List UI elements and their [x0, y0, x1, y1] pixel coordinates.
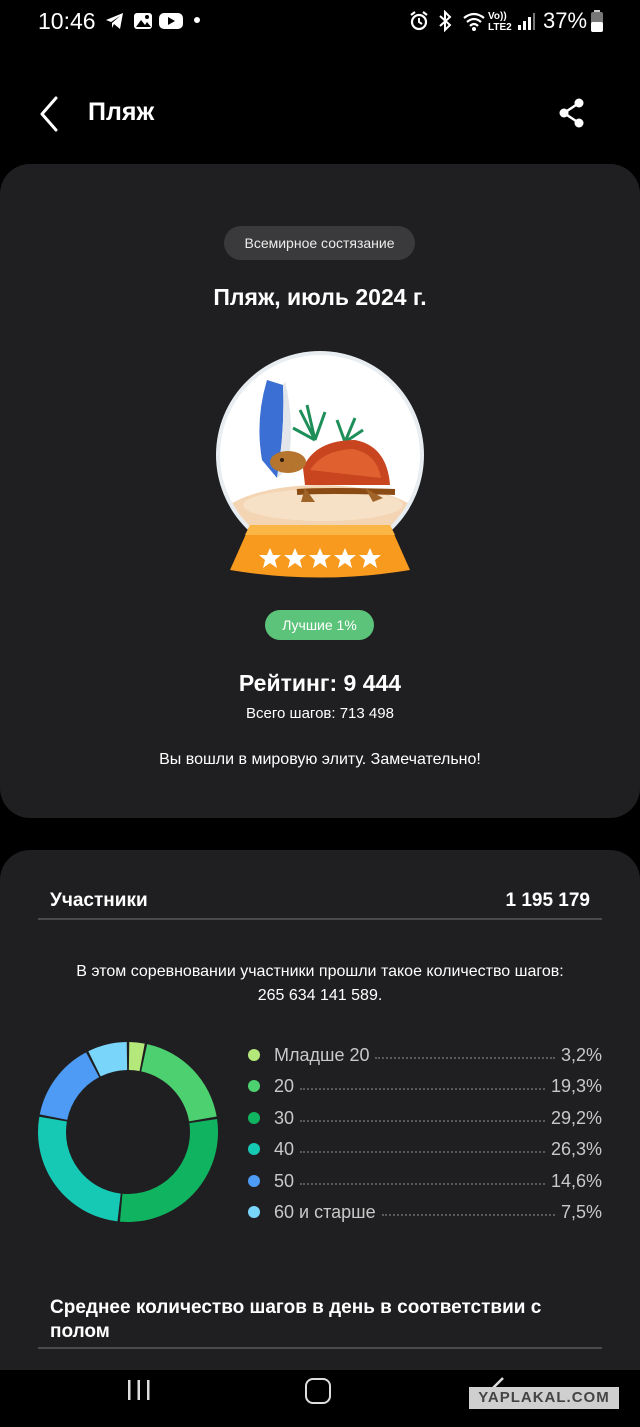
legend-label: 60 и старше [274, 1201, 376, 1222]
legend-leader [300, 1151, 545, 1153]
share-icon[interactable] [555, 96, 589, 130]
wifi-icon [463, 12, 485, 31]
rating-value: Рейтинг: 9 444 [238, 670, 402, 696]
recent-apps-icon[interactable] [125, 1378, 153, 1402]
legend-value: 7,5% [560, 1201, 602, 1222]
legend-item: 40 26,3% [248, 1136, 602, 1162]
youtube-icon [159, 13, 183, 29]
battery-percent: 37% [543, 8, 588, 33]
legend-label: 30 [274, 1107, 295, 1128]
network-type: Vo)) LTE2 [488, 11, 512, 33]
legend-label: 40 [274, 1138, 295, 1159]
participants-description: В этом соревновании участники прошли так… [40, 960, 600, 1008]
challenge-title: Пляж, июль 2024 г. [213, 284, 427, 310]
divider [38, 918, 602, 920]
status-time: 10:46 [38, 8, 96, 34]
legend-leader [381, 1214, 555, 1216]
page-title: Пляж [88, 98, 155, 126]
legend-item: 20 19,3% [248, 1073, 602, 1099]
legend-item: Младше 20 3,2% [248, 1042, 602, 1068]
donut-segment-5 [39, 1052, 100, 1120]
age-donut-chart [38, 1042, 218, 1222]
donut-segment-4 [38, 1116, 121, 1222]
average-steps-title: Среднее количество шагов в день в соотве… [50, 1297, 542, 1342]
bluetooth-icon [439, 10, 452, 32]
back-button[interactable] [30, 92, 70, 136]
signal-icon [518, 13, 535, 30]
legend-dot [248, 1143, 260, 1155]
legend-item: 30 29,2% [248, 1105, 602, 1131]
legend-dot [248, 1175, 260, 1187]
legend-label: 50 [274, 1170, 295, 1191]
legend-leader [375, 1057, 555, 1059]
telegram-icon [106, 13, 123, 29]
challenge-tag: Всемирное состязание [224, 226, 415, 260]
total-steps: Всего шагов: 713 498 [246, 705, 394, 722]
alarm-icon [410, 11, 428, 31]
rank-badge: Лучшие 1% [265, 610, 374, 640]
legend-value: 3,2% [560, 1044, 602, 1065]
legend-dot [248, 1080, 260, 1092]
donut-segment-3 [119, 1119, 218, 1222]
participants-label: Участники [50, 890, 148, 911]
snow-globe-turtle-badge [216, 351, 424, 578]
legend-label: Младше 20 [274, 1044, 370, 1065]
legend-dot [248, 1206, 260, 1218]
legend-value: 19,3% [550, 1075, 602, 1096]
battery-icon [591, 10, 603, 32]
gallery-icon [134, 13, 152, 29]
participants-count: 1 195 179 [505, 890, 590, 911]
watermark: YAPLAKAL.COM [469, 1387, 619, 1409]
legend-value: 14,6% [550, 1170, 602, 1191]
achievement-message: Вы вошли в мировую элиту. Замечательно! [159, 751, 481, 768]
description-line-2: 265 634 141 589. [257, 987, 383, 1004]
divider [38, 1347, 602, 1349]
legend-value: 26,3% [550, 1138, 602, 1159]
legend-leader [300, 1183, 545, 1185]
description-line-1: В этом соревновании участники прошли так… [76, 963, 564, 980]
legend-leader [300, 1120, 545, 1122]
status-bar: 10:46 Vo)) LTE2 37% [0, 0, 640, 44]
legend-item: 60 и старше 7,5% [248, 1199, 602, 1225]
legend-item: 50 14,6% [248, 1168, 602, 1194]
legend-dot [248, 1049, 260, 1061]
legend-label: 20 [274, 1075, 295, 1096]
donut-segment-2 [141, 1044, 217, 1122]
notification-dot-icon [194, 17, 200, 23]
home-icon[interactable] [305, 1378, 331, 1404]
legend-value: 29,2% [550, 1107, 602, 1128]
legend-dot [248, 1112, 260, 1124]
legend-leader [300, 1088, 545, 1090]
